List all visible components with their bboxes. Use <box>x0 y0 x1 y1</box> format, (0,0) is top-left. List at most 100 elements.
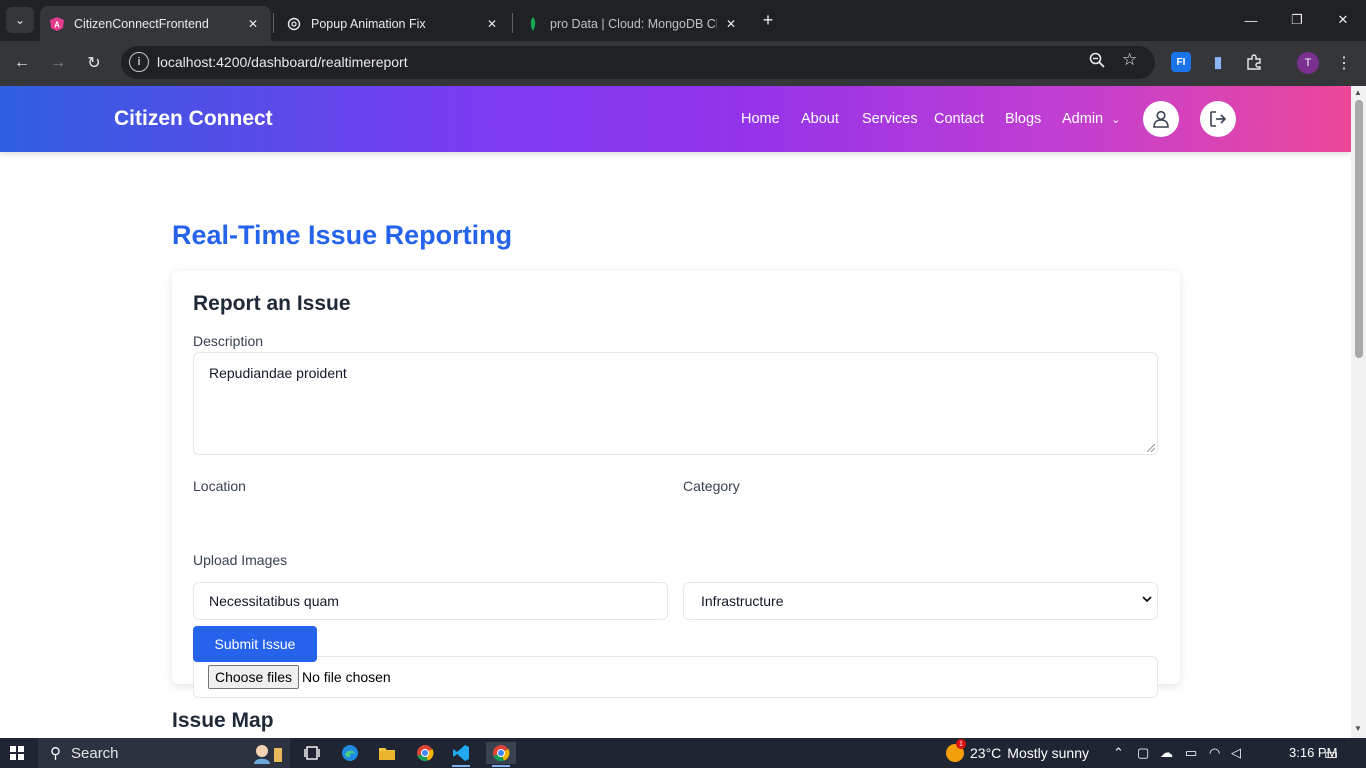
fi-extension-icon[interactable]: FI <box>1171 52 1191 72</box>
volume-icon[interactable]: ◁ <box>1231 745 1241 761</box>
new-tab-button[interactable]: + <box>757 9 779 31</box>
more-vertical-icon: ⋮ <box>1336 55 1352 72</box>
url-text[interactable]: localhost:4200/dashboard/realtimereport <box>157 54 408 70</box>
file-upload-input[interactable]: Choose files No file chosen <box>193 656 1158 698</box>
weather-sun-icon: 1 <box>946 739 966 762</box>
category-label: Category <box>683 478 740 494</box>
bookmark-star-icon[interactable]: ☆ <box>1122 50 1137 70</box>
meet-now-icon[interactable]: ▢ <box>1137 745 1149 761</box>
admin-label: Admin <box>1062 111 1104 127</box>
zoom-icon[interactable] <box>1089 52 1105 72</box>
page-viewport: Citizen Connect Home About Services Cont… <box>0 86 1351 738</box>
tab-title: pro Data | Cloud: MongoDB Clo <box>550 16 717 31</box>
tab-divider <box>273 13 274 33</box>
svg-text:A: A <box>54 20 60 29</box>
scroll-up-arrow-icon[interactable]: ▲ <box>1354 88 1362 97</box>
description-value: Repudiandae proident <box>209 365 347 381</box>
address-bar[interactable]: i localhost:4200/dashboard/realtimerepor… <box>121 46 1155 79</box>
battery-icon[interactable]: ▭ <box>1185 745 1197 761</box>
browser-menu-button[interactable]: ⋮ <box>1331 50 1357 76</box>
vscode-icon[interactable] <box>450 742 472 764</box>
user-icon <box>1153 110 1169 128</box>
chevron-down-icon: ⌄ <box>1111 114 1121 126</box>
angular-icon: A <box>50 16 64 31</box>
close-icon[interactable]: ✕ <box>723 16 739 32</box>
tab-search-button[interactable]: ⌄ <box>6 7 34 33</box>
location-input[interactable]: Necessitatibus quam <box>193 582 668 620</box>
taskbar-active-indicator <box>452 765 470 767</box>
restore-button[interactable]: ❐ <box>1274 0 1320 40</box>
task-view-icon[interactable] <box>301 742 323 764</box>
logout-button[interactable] <box>1200 101 1236 137</box>
scrollbar-thumb[interactable] <box>1355 100 1363 358</box>
nav-link-contact[interactable]: Contact <box>934 111 984 127</box>
arrow-left-icon: ← <box>14 54 30 71</box>
form-heading: Report an Issue <box>193 292 351 315</box>
taskbar-active-indicator <box>492 765 510 767</box>
notification-center-icon[interactable]: ▭ <box>1324 745 1338 763</box>
back-button[interactable]: ← <box>9 50 35 76</box>
chevron-down-icon: ⌄ <box>14 13 26 27</box>
location-value: Necessitatibus quam <box>209 593 339 609</box>
onedrive-icon[interactable]: ☁ <box>1160 745 1173 761</box>
issue-map-heading: Issue Map <box>172 709 274 732</box>
windows-start-icon[interactable] <box>10 746 24 760</box>
tab-title: CitizenConnectFrontend <box>74 16 209 31</box>
taskbar-search-text: Search <box>71 744 119 762</box>
choose-files-button[interactable]: Choose files <box>208 665 300 689</box>
document-extension-icon[interactable]: ▮ <box>1208 52 1228 72</box>
chrome-icon[interactable] <box>414 742 436 764</box>
close-icon[interactable]: ✕ <box>245 16 261 32</box>
edge-browser-icon[interactable] <box>339 742 361 764</box>
tab-title: Popup Animation Fix <box>311 16 426 31</box>
report-issue-card: Report an Issue Description Repudiandae … <box>172 271 1180 698</box>
site-brand[interactable]: Citizen Connect <box>114 107 273 131</box>
browser-toolbar: ← → ↻ i localhost:4200/dashboard/realtim… <box>0 41 1366 86</box>
nav-admin-dropdown[interactable]: Admin ⌄ <box>1062 111 1120 127</box>
nav-link-about[interactable]: About <box>801 111 839 127</box>
description-textarea[interactable]: Repudiandae proident <box>193 352 1158 455</box>
tab-divider <box>512 13 513 33</box>
weather-widget[interactable]: 1 23°C Mostly sunny <box>946 739 1089 762</box>
forward-button[interactable]: → <box>45 50 71 76</box>
tab-mongodb[interactable]: pro Data | Cloud: MongoDB Clo ✕ <box>516 6 749 41</box>
chrome-active-icon[interactable] <box>486 742 516 764</box>
page-scrollbar[interactable]: ▲ ▼ <box>1351 86 1366 738</box>
logout-icon <box>1210 111 1227 127</box>
page-title: Real-Time Issue Reporting <box>172 220 513 250</box>
profile-button[interactable] <box>1143 101 1179 137</box>
plus-icon: + <box>762 9 774 30</box>
nav-link-services[interactable]: Services <box>862 111 918 127</box>
wifi-icon[interactable]: ◠ <box>1209 745 1220 761</box>
nav-link-blogs[interactable]: Blogs <box>1005 111 1041 127</box>
tab-popup-animation[interactable]: Popup Animation Fix ✕ <box>277 6 510 41</box>
close-window-button[interactable]: ✕ <box>1320 0 1366 40</box>
tab-citizenconnect[interactable]: A CitizenConnectFrontend ✕ <box>40 6 271 41</box>
scroll-down-arrow-icon[interactable]: ▼ <box>1354 724 1362 733</box>
weather-condition-text: Mostly sunny <box>1007 745 1089 761</box>
profile-avatar[interactable]: T <box>1297 52 1319 74</box>
openai-icon <box>287 17 301 31</box>
chevron-up-icon[interactable]: ⌃ <box>1113 745 1124 761</box>
restore-icon: ❐ <box>1291 12 1303 27</box>
minimize-icon: — <box>1244 12 1258 28</box>
temperature-text: 23°C <box>970 745 1002 761</box>
reload-button[interactable]: ↻ <box>81 50 107 76</box>
upload-label: Upload Images <box>193 552 288 568</box>
nav-link-home[interactable]: Home <box>741 111 780 127</box>
site-info-icon[interactable]: i <box>129 52 149 72</box>
puzzle-icon[interactable] <box>1244 52 1264 72</box>
weather-notification-badge: 1 <box>956 739 966 749</box>
location-label: Location <box>193 478 246 494</box>
resize-handle[interactable] <box>1147 444 1155 452</box>
mongodb-leaf-icon <box>526 16 540 31</box>
arrow-right-icon: → <box>50 54 66 71</box>
close-icon[interactable]: ✕ <box>484 16 500 32</box>
file-explorer-icon[interactable] <box>376 742 398 764</box>
search-icon: ⚲ <box>50 745 61 762</box>
category-select[interactable]: Infrastructure <box>683 582 1158 620</box>
search-highlight-illustration-icon[interactable] <box>248 742 288 764</box>
minimize-button[interactable]: — <box>1228 0 1274 40</box>
windows-taskbar: ⚲ Search 1 23°C Mostly sunny ⌃ ▢ ☁ ▭ ◠ ◁… <box>0 738 1366 768</box>
submit-issue-button[interactable]: Submit Issue <box>193 626 317 662</box>
